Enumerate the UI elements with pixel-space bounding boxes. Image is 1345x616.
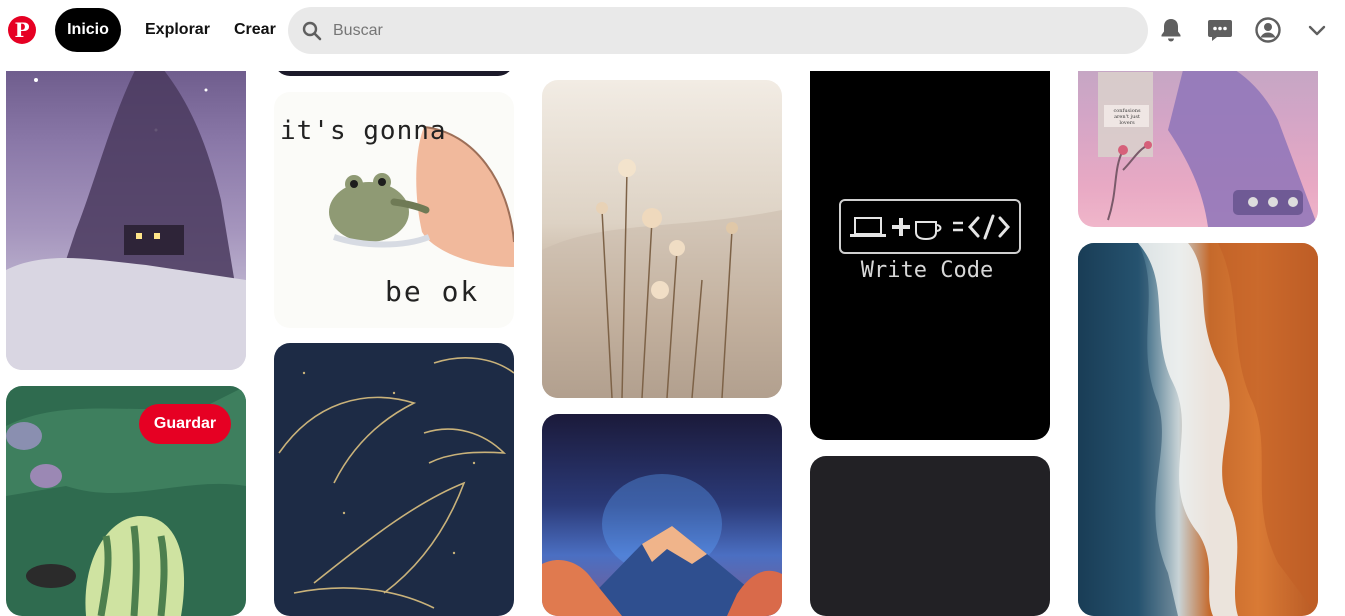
collage-caption: confusions aren't just lovers xyxy=(1113,108,1141,126)
pin-ocean-image xyxy=(1078,243,1318,616)
pin-golden-whales[interactable] xyxy=(274,343,514,616)
pin-crystal-statue-image xyxy=(6,50,246,370)
pin-ocean-aerial[interactable] xyxy=(1078,243,1318,616)
nav-create-link[interactable]: Crear xyxy=(234,8,276,52)
search-input[interactable] xyxy=(333,7,1113,54)
pin-mountain-image xyxy=(542,474,782,616)
pin-dried-flowers-image xyxy=(542,159,782,398)
pinterest-logo-icon: P xyxy=(14,18,30,42)
nav-home-button[interactable]: Inicio xyxy=(55,8,121,52)
write-code-caption: Write Code xyxy=(860,258,994,283)
pin-write-code-image xyxy=(839,199,1021,254)
pin-crystal-statue[interactable] xyxy=(6,20,246,370)
frog-caption-line2: be ok xyxy=(385,275,480,308)
pin-mountain[interactable] xyxy=(542,414,782,616)
pin-dark-gray[interactable] xyxy=(810,456,1050,616)
frog-caption-line1: it's gonna xyxy=(280,116,447,146)
pin-dried-flowers[interactable] xyxy=(542,80,782,398)
chat-icon[interactable] xyxy=(1206,16,1234,44)
search-bar[interactable] xyxy=(288,7,1148,54)
pinterest-logo[interactable]: P xyxy=(8,16,36,44)
top-nav-bar: P Inicio Explorar Crear xyxy=(0,0,1345,71)
search-icon xyxy=(302,21,322,41)
pin-whales-image xyxy=(278,357,514,609)
nav-explore-link[interactable]: Explorar xyxy=(145,8,210,52)
bell-icon[interactable] xyxy=(1157,16,1185,44)
chevron-down-icon[interactable] xyxy=(1303,16,1331,44)
pin-write-code[interactable] xyxy=(810,20,1050,440)
save-button[interactable]: Guardar xyxy=(139,404,231,444)
user-icon[interactable] xyxy=(1254,16,1282,44)
